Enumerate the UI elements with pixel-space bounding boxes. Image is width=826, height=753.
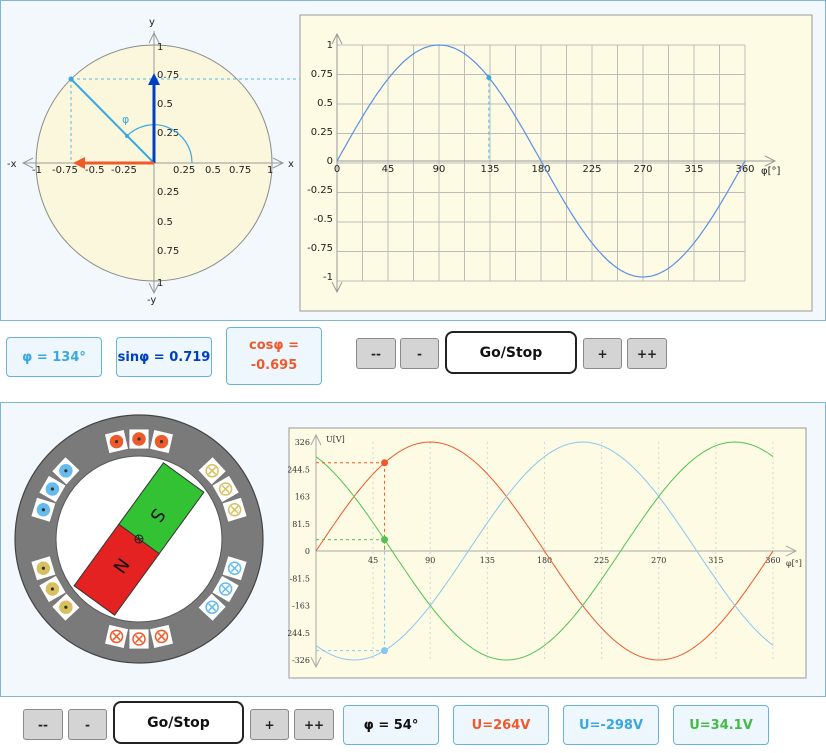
cos-readout: cosφ = -0.695 — [226, 327, 322, 385]
voltage-x-tick: 180 — [537, 556, 552, 565]
circle-y-tick: 1 — [157, 278, 163, 289]
bottom-fast-back-button[interactable]: -- — [23, 709, 63, 740]
circle-x-tick: 1 — [267, 165, 273, 176]
circle-y-tick: 0.25 — [157, 128, 179, 139]
sine-y-tick: -0.25 — [307, 185, 333, 196]
generator-panel: S N U[V] φ[°] 326 244.5 163 81.5 0 -81.5 -163 -… — [0, 402, 826, 697]
circle-x-tick: 0.5 — [205, 165, 221, 176]
unit-circle-diagram[interactable]: x -x y -y -1 -0.75 -0.5 -0.25 0.25 0.5 0… — [1, 1, 301, 311]
angle-label: φ — [122, 113, 129, 126]
circle-x-tick: -0.5 — [85, 165, 105, 176]
cos-readout-text: cosφ = -0.695 — [249, 338, 299, 373]
sine-y-tick: -1 — [323, 272, 333, 283]
voltage-marker-point[interactable] — [381, 536, 389, 544]
circle-y-tick: 0.5 — [157, 217, 173, 228]
sine-x-tick: 90 — [433, 164, 446, 175]
voltage-marker-point[interactable] — [381, 459, 389, 467]
bottom-go-stop-button[interactable]: Go/Stop — [113, 701, 244, 744]
circle-x-tick: 0.25 — [173, 165, 195, 176]
bottom-phi-readout: φ = 54° — [343, 705, 439, 745]
axis-label-neg-y: -y — [147, 295, 156, 306]
circle-x-tick: -0.25 — [111, 165, 137, 176]
voltage-x-unit: φ[°] — [786, 559, 802, 568]
voltage-y-tick: 326 — [295, 438, 310, 447]
axis-label-neg-x: -x — [7, 159, 17, 170]
voltage-chart[interactable]: U[V] φ[°] 326 244.5 163 81.5 0 -81.5 -163 -244.… — [288, 427, 808, 681]
circle-x-tick: 0.75 — [229, 165, 251, 176]
bottom-fast-forward-button[interactable]: ++ — [294, 709, 334, 740]
coil-dot — [159, 439, 164, 444]
sine-x-tick: 45 — [382, 164, 395, 175]
axis-label-y: y — [149, 17, 155, 28]
sine-y-tick: 1 — [327, 40, 333, 51]
forward-button[interactable]: + — [583, 338, 622, 369]
sine-x-tick: 270 — [633, 164, 652, 175]
sine-x-tick: 225 — [582, 164, 601, 175]
fast-forward-button[interactable]: ++ — [627, 338, 667, 369]
sine-y-tick: 0 — [327, 156, 333, 167]
voltage-y-tick: 244.5 — [288, 465, 310, 474]
sine-x-tick: 135 — [480, 164, 499, 175]
coil-dot — [64, 605, 68, 609]
sine-x-tick: 315 — [684, 164, 703, 175]
axis-label-x: x — [288, 159, 294, 170]
fast-back-button[interactable]: -- — [356, 338, 396, 369]
voltage-x-tick: 270 — [651, 556, 666, 565]
sine-chart[interactable]: 0 45 90 135 180 225 270 315 360 10.750.50.250-0.… — [299, 14, 823, 313]
sine-x-tick: 0 — [334, 164, 340, 175]
phi-readout: φ = 134° — [6, 337, 102, 377]
coil-dot — [50, 587, 54, 591]
arc-marker — [125, 134, 129, 138]
bottom-forward-button[interactable]: + — [250, 709, 289, 740]
sine-marker-point[interactable] — [486, 75, 492, 81]
coil-dot — [114, 439, 119, 444]
circle-y-tick: 0.5 — [157, 99, 173, 110]
voltage-x-tick: 135 — [480, 556, 495, 565]
coil-dot — [41, 566, 45, 570]
voltage-y-tick: -163 — [292, 602, 310, 611]
sine-y-tick: -0.5 — [313, 214, 333, 225]
voltage-x-tick: 225 — [594, 556, 609, 565]
coil-dot — [41, 508, 45, 512]
circle-y-tick: 0.75 — [157, 246, 179, 257]
generator-diagram[interactable]: S N — [1, 403, 277, 693]
circle-x-tick: -0.75 — [52, 165, 78, 176]
voltage-x-tick: 360 — [765, 556, 780, 565]
sine-y-tick: 0.5 — [317, 98, 333, 109]
circle-y-tick: 1 — [157, 42, 163, 53]
voltage-x-tick: 315 — [708, 556, 723, 565]
circle-x-tick: -1 — [32, 165, 42, 176]
voltage-y-tick: 81.5 — [292, 520, 310, 529]
voltage-y-tick: 163 — [295, 493, 310, 502]
coil-dot — [50, 487, 54, 491]
voltage-y-unit: U[V] — [326, 435, 345, 444]
sine-y-tick: 0.75 — [311, 69, 333, 80]
voltage-x-tick: 90 — [425, 556, 435, 565]
phase-2-voltage-readout: U=-298V — [563, 705, 659, 745]
phase-3-voltage-readout: U=34.1V — [673, 705, 769, 745]
sine-x-unit: φ[°] — [761, 166, 780, 177]
voltage-y-tick: -81.5 — [289, 574, 310, 583]
unit-circle-panel: x -x y -y -1 -0.75 -0.5 -0.25 0.25 0.5 0… — [0, 0, 826, 321]
sine-y-tick: -0.75 — [307, 243, 333, 254]
bottom-back-button[interactable]: - — [68, 709, 107, 740]
voltage-y-tick: -326 — [292, 656, 310, 665]
voltage-y-tick: 0 — [305, 547, 310, 556]
phase-1-voltage-readout: U=264V — [453, 705, 549, 745]
sin-readout: sinφ = 0.719 — [116, 337, 212, 377]
voltage-y-tick: -244.5 — [288, 629, 310, 638]
voltage-x-tick: 45 — [368, 556, 378, 565]
voltage-marker-point[interactable] — [381, 647, 389, 655]
back-button[interactable]: - — [400, 338, 439, 369]
go-stop-button[interactable]: Go/Stop — [445, 331, 577, 374]
circle-y-tick: 0.25 — [157, 187, 179, 198]
coil-dot — [137, 437, 141, 441]
sine-y-tick: 0.25 — [311, 127, 333, 138]
coil-dot — [64, 469, 68, 473]
radius-endpoint[interactable] — [68, 76, 74, 82]
voltage-chart-bg — [288, 427, 807, 679]
